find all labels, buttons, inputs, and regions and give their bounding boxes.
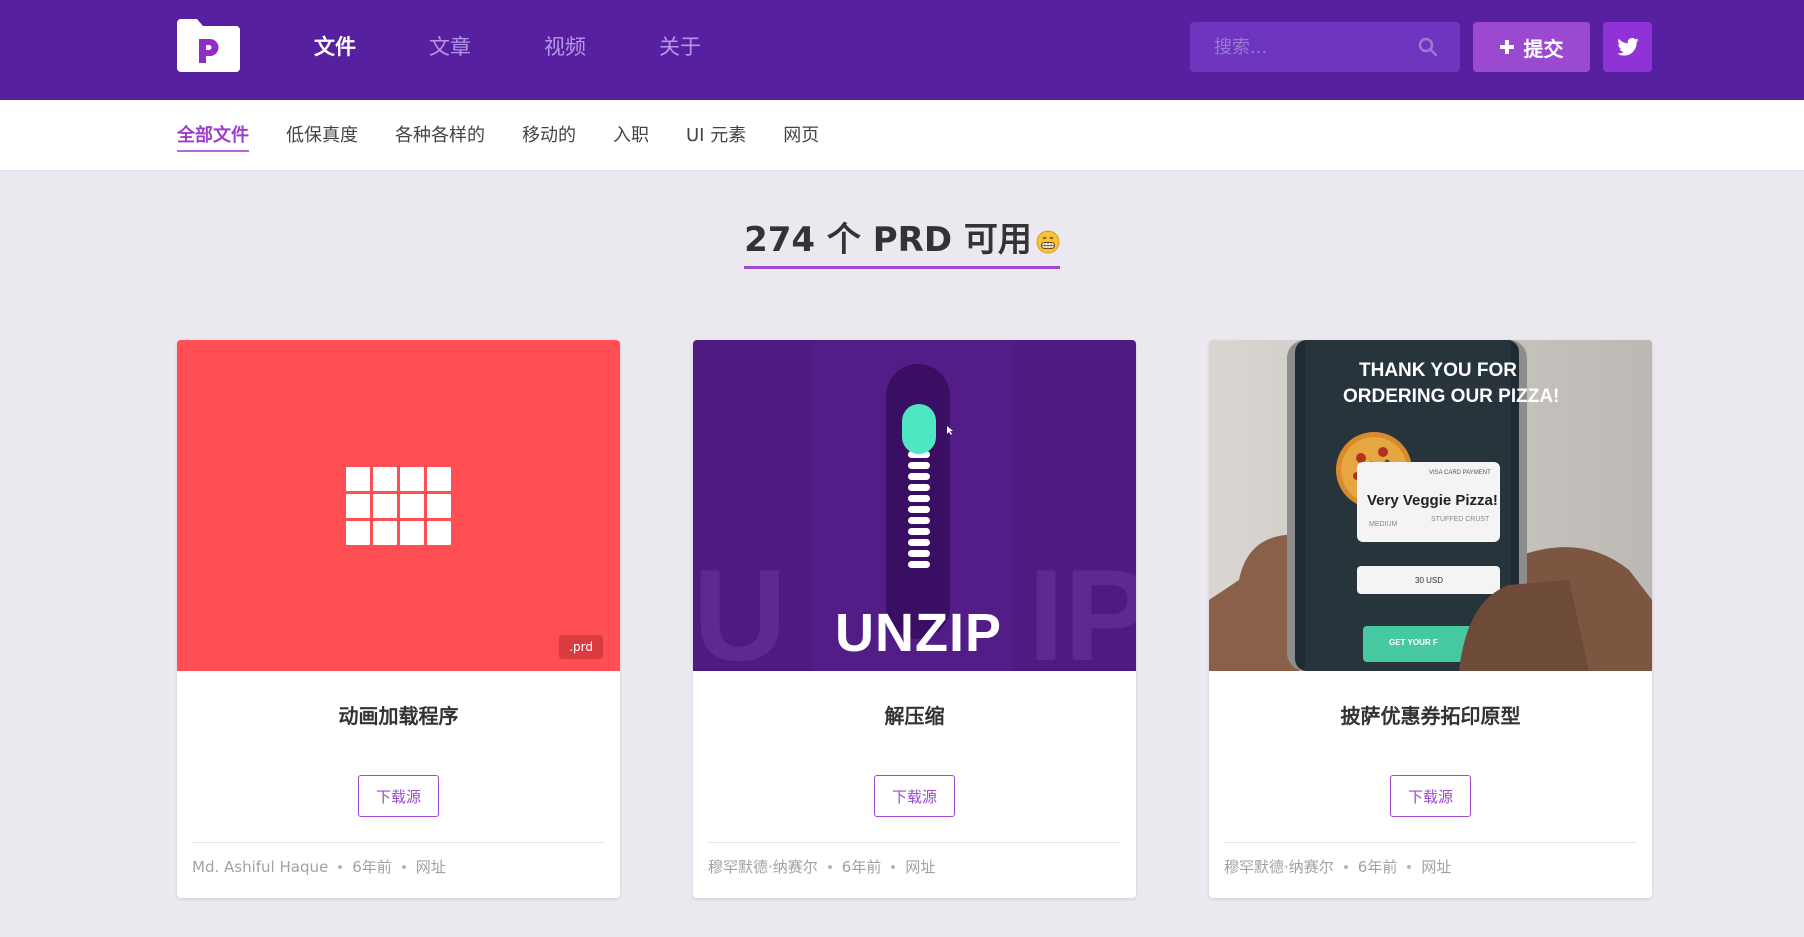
pizza-price: 30 USD (1415, 576, 1444, 585)
nav-about[interactable]: 关于 (659, 30, 774, 64)
dot-separator (1407, 864, 1412, 869)
dot-separator (1343, 864, 1348, 869)
twitter-button[interactable] (1603, 22, 1652, 72)
unzip-text: UNZIP (835, 603, 1002, 663)
get-your-button-text: GET YOUR F (1389, 638, 1438, 647)
page-title: 274 个 PRD 可用 (744, 218, 1060, 269)
card-time: 6年前 (841, 858, 882, 876)
svg-text:IP: IP (1028, 542, 1136, 671)
category-low-fidelity[interactable]: 低保真度 (286, 122, 358, 152)
main-nav: 文件 文章 视频 关于 (314, 30, 774, 64)
card-meta: 穆罕默德·纳赛尔 6年前 网址 (1224, 856, 1451, 877)
card-url-link[interactable]: 网址 (416, 856, 446, 877)
download-source-button[interactable]: 下载源 (358, 775, 439, 817)
category-web[interactable]: 网页 (783, 122, 819, 152)
file-type-badge: .prd (559, 635, 603, 659)
nav-files[interactable]: 文件 (314, 30, 429, 64)
logo-folder-icon[interactable] (177, 19, 240, 72)
card-divider (1224, 842, 1637, 843)
download-source-button[interactable]: 下载源 (1390, 775, 1471, 817)
search-icon[interactable] (1418, 37, 1438, 57)
category-mobile[interactable]: 移动的 (522, 122, 576, 152)
twitter-icon (1616, 38, 1639, 56)
thank-you-line1: THANK YOU FOR (1359, 360, 1517, 381)
dot-separator (827, 864, 832, 869)
file-card: U IP UNZIP 解压缩 下载源 穆罕默德·纳赛尔 6年前 网址 (693, 340, 1136, 898)
dot-separator (891, 864, 896, 869)
submit-button[interactable]: 提交 (1473, 22, 1590, 72)
file-card: THANK YOU FOR ORDERING OUR PIZZA! VISA C… (1209, 340, 1652, 898)
category-bar: 全部文件 低保真度 各种各样的 移动的 入职 UI 元素 网页 (0, 100, 1804, 171)
download-source-button[interactable]: 下载源 (874, 775, 955, 817)
dot-separator (338, 864, 343, 869)
pizza-crust: STUFFED CRUST (1431, 516, 1490, 523)
card-divider (708, 842, 1121, 843)
search-box (1190, 22, 1460, 72)
card-meta: Md. Ashiful Haque 6年前 网址 (192, 856, 446, 877)
file-card: .prd 动画加载程序 下载源 Md. Ashiful Haque 6年前 网址 (177, 340, 620, 898)
card-title[interactable]: 动画加载程序 (177, 700, 620, 729)
card-time: 6年前 (352, 858, 392, 876)
card-url-link[interactable]: 网址 (1421, 856, 1451, 877)
grid-icon (346, 467, 451, 545)
plus-icon (1499, 40, 1514, 54)
card-title[interactable]: 解压缩 (693, 700, 1136, 729)
card-brand-label: VISA CARD PAYMENT (1429, 470, 1491, 476)
pizza-size: MEDIUM (1369, 521, 1398, 528)
submit-label: 提交 (1523, 36, 1564, 61)
category-ui-elements[interactable]: UI 元素 (686, 122, 746, 152)
card-thumbnail[interactable]: THANK YOU FOR ORDERING OUR PIZZA! VISA C… (1209, 340, 1652, 671)
card-time: 6年前 (1357, 858, 1398, 876)
thank-you-line2: ORDERING OUR PIZZA! (1343, 386, 1560, 407)
svg-text:U: U (693, 542, 787, 671)
pizza-name: Very Veggie Pizza! (1367, 492, 1498, 509)
page-title-text: 274 个 PRD 可用 (744, 220, 1032, 260)
nav-articles[interactable]: 文章 (429, 30, 544, 64)
grin-emoji-icon (1036, 230, 1060, 253)
card-title[interactable]: 披萨优惠券拓印原型 (1209, 700, 1652, 729)
headline-section: 274 个 PRD 可用 (0, 218, 1804, 269)
card-thumbnail[interactable]: U IP UNZIP (693, 340, 1136, 671)
category-misc[interactable]: 各种各样的 (395, 122, 485, 152)
card-url-link[interactable]: 网址 (905, 856, 935, 877)
top-header: 文件 文章 视频 关于 提交 (0, 0, 1804, 100)
card-meta: 穆罕默德·纳赛尔 6年前 网址 (708, 856, 935, 877)
card-author[interactable]: Md. Ashiful Haque (192, 858, 328, 876)
category-onboarding[interactable]: 入职 (613, 122, 649, 152)
card-author[interactable]: 穆罕默德·纳赛尔 (1224, 856, 1334, 877)
category-all-files[interactable]: 全部文件 (177, 122, 249, 152)
card-author[interactable]: 穆罕默德·纳赛尔 (708, 856, 818, 877)
dot-separator (401, 864, 406, 869)
nav-videos[interactable]: 视频 (544, 30, 659, 64)
card-divider (192, 842, 605, 843)
card-thumbnail[interactable]: .prd (177, 340, 620, 671)
